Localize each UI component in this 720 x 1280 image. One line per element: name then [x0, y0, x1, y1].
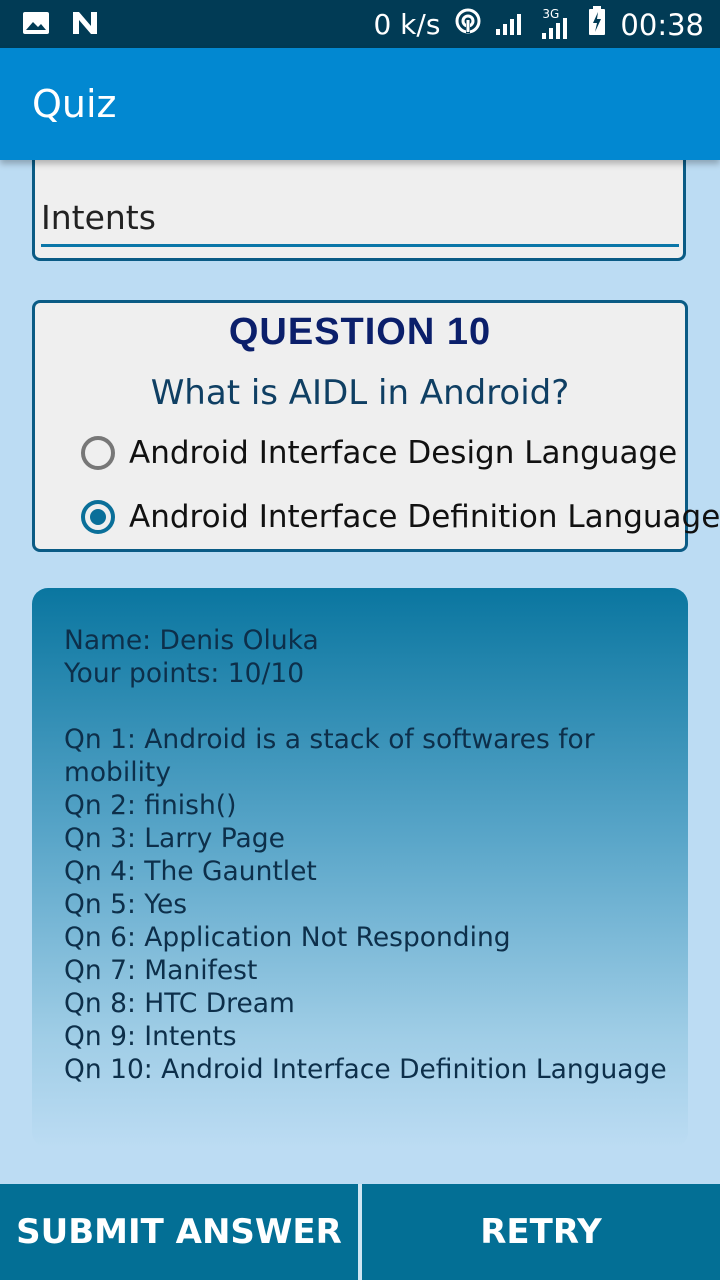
- input-underline: [41, 244, 679, 247]
- previous-answer-field[interactable]: Intents: [41, 198, 156, 237]
- question-heading: QUESTION 10: [228, 311, 492, 353]
- battery-charging-icon: [588, 6, 606, 43]
- result-answer: Qn 10: Android Interface Definition Lang…: [64, 1054, 667, 1085]
- result-answer: Qn 1: Android is a stack of softwares fo…: [64, 724, 595, 788]
- signal-icon: [496, 8, 528, 42]
- option-label: Android Interface Definition Language: [129, 499, 720, 535]
- button-bar: SUBMIT ANSWER RETRY: [0, 1184, 720, 1280]
- result-answer: Qn 5: Yes: [64, 889, 188, 920]
- result-answer: Qn 6: Application Not Responding: [64, 922, 511, 953]
- result-answer: Qn 2: finish(): [64, 790, 237, 821]
- app-title: Quiz: [32, 82, 117, 126]
- result-answer: Qn 9: Intents: [64, 1021, 237, 1052]
- result-name: Name: Denis Oluka: [64, 625, 319, 656]
- option-label: Android Interface Design Language: [129, 435, 678, 471]
- n-icon: [70, 10, 100, 41]
- status-bar: 0 k/s 3G 00:38: [0, 0, 720, 48]
- question-card: QUESTION 10 What is AIDL in Android? And…: [32, 300, 720, 552]
- results-panel: Name: Denis Oluka Your points: 10/10 Qn …: [32, 588, 688, 1148]
- submit-answer-button[interactable]: SUBMIT ANSWER: [0, 1184, 358, 1280]
- option-2[interactable]: Android Interface Definition Language: [81, 499, 720, 535]
- result-answer: Qn 8: HTC Dream: [64, 988, 295, 1019]
- result-answer: Qn 3: Larry Page: [64, 823, 285, 854]
- result-answer: Qn 7: Manifest: [64, 955, 258, 986]
- retry-button[interactable]: RETRY: [362, 1184, 720, 1280]
- image-icon: [22, 11, 50, 40]
- hotspot-icon: [454, 7, 482, 42]
- result-answer: Qn 4: The Gauntlet: [64, 856, 317, 887]
- radio-checked-icon[interactable]: [81, 500, 115, 534]
- option-1[interactable]: Android Interface Design Language: [81, 435, 677, 471]
- question-text: What is AIDL in Android?: [150, 373, 570, 413]
- radio-unchecked-icon[interactable]: [81, 436, 115, 470]
- network-speed: 0 k/s: [373, 8, 441, 41]
- result-points: Your points: 10/10: [64, 658, 305, 689]
- clock: 00:38: [620, 7, 704, 42]
- app-bar: Quiz: [0, 48, 720, 160]
- signal-3g-icon: 3G: [542, 7, 574, 39]
